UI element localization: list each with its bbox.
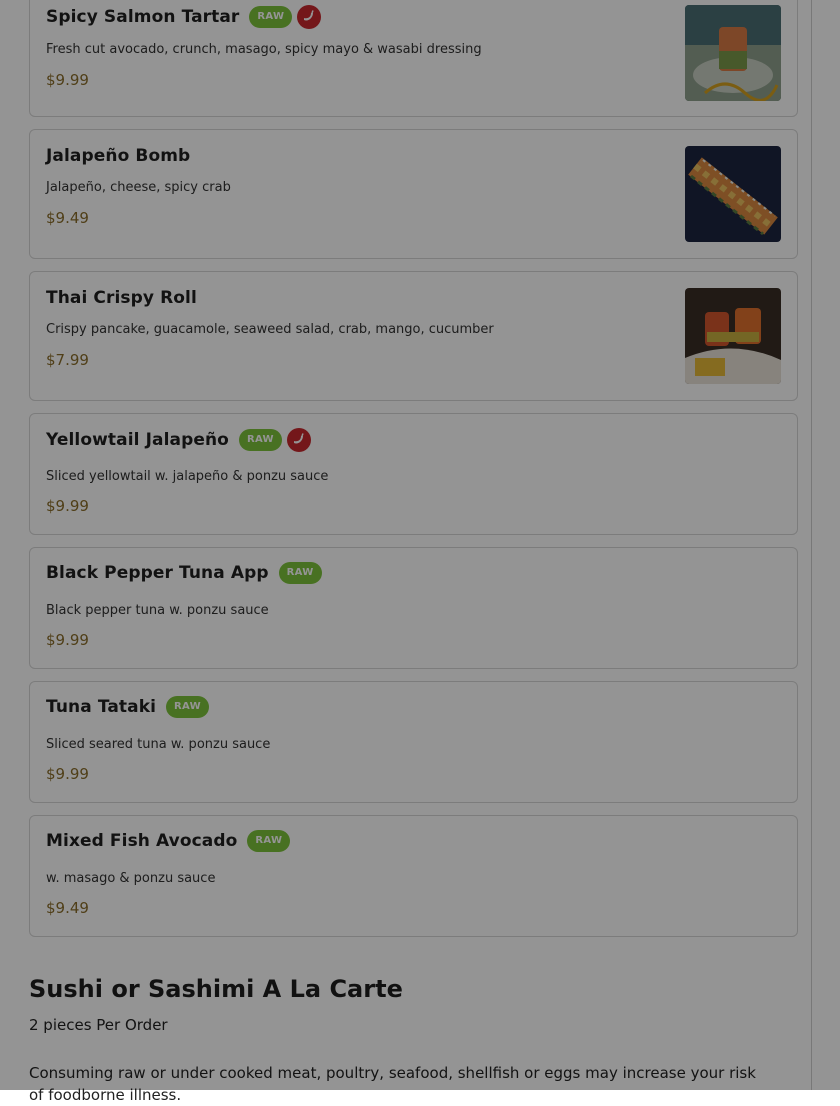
menu-item-description: Fresh cut avocado, crunch, masago, spicy…	[46, 42, 482, 57]
menu-item-description: Black pepper tuna w. ponzu sauce	[46, 603, 269, 618]
scrollbar-track[interactable]	[811, 0, 812, 1090]
menu-item-card[interactable]: Black Pepper Tuna App RAW Black pepper t…	[29, 547, 798, 669]
menu-item-card[interactable]: Jalapeño Bomb Jalapeño, cheese, spicy cr…	[29, 129, 798, 259]
menu-item-price: $9.99	[46, 497, 89, 515]
raw-badge: RAW	[166, 696, 209, 718]
menu-item-card[interactable]: Spicy Salmon Tartar RAW Fresh cut avocad…	[29, 0, 798, 117]
menu-item-name: Mixed Fish Avocado	[46, 831, 238, 851]
menu-item-description: w. masago & ponzu sauce	[46, 871, 216, 886]
menu-item-card[interactable]: Mixed Fish Avocado RAW w. masago & ponzu…	[29, 815, 798, 937]
menu-item-name: Tuna Tataki	[46, 697, 157, 717]
raw-badge: RAW	[247, 830, 291, 852]
menu-item-price: $9.49	[46, 899, 89, 917]
menu-item-price: $9.99	[46, 71, 89, 89]
menu-item-title-row: Spicy Salmon Tartar RAW	[46, 5, 322, 29]
section-subtitle: 2 pieces Per Order	[29, 1016, 168, 1034]
menu-item-price: $9.99	[46, 765, 89, 783]
menu-item-name: Spicy Salmon Tartar	[46, 7, 240, 27]
menu-item-title-row: Tuna Tataki RAW	[46, 696, 209, 718]
menu-item-title-row: Jalapeño Bomb	[46, 146, 190, 166]
menu-item-description: Crispy pancake, guacamole, seaweed salad…	[46, 322, 494, 337]
menu-item-card[interactable]: Thai Crispy Roll Crispy pancake, guacamo…	[29, 271, 798, 401]
menu-item-name: Black Pepper Tuna App	[46, 563, 269, 583]
menu-item-description: Sliced seared tuna w. ponzu sauce	[46, 737, 271, 752]
menu-item-name: Yellowtail Jalapeño	[46, 430, 229, 450]
raw-badge: RAW	[278, 562, 322, 584]
menu-item-title-row: Thai Crispy Roll	[46, 288, 197, 308]
menu-item-card[interactable]: Yellowtail Jalapeño RAW Sliced yellowtai…	[29, 413, 798, 535]
menu-item-price: $9.49	[46, 209, 89, 227]
menu-item-photo[interactable]	[685, 5, 781, 101]
menu-item-title-row: Yellowtail Jalapeño RAW	[46, 428, 311, 452]
raw-badge: RAW	[238, 429, 282, 451]
raw-food-disclaimer: Consuming raw or under cooked meat, poul…	[29, 1064, 756, 1104]
menu-item-price: $9.99	[46, 631, 89, 649]
menu-item-title-row: Mixed Fish Avocado RAW	[46, 830, 291, 852]
spicy-pepper-icon	[286, 428, 311, 452]
menu-item-photo[interactable]	[685, 288, 781, 384]
menu-item-title-row: Black Pepper Tuna App RAW	[46, 562, 322, 584]
menu-item-card[interactable]: Tuna Tataki RAW Sliced seared tuna w. po…	[29, 681, 798, 803]
menu-item-name: Thai Crispy Roll	[46, 288, 197, 308]
menu-item-photo[interactable]	[685, 146, 781, 242]
menu-item-price: $7.99	[46, 351, 89, 369]
menu-item-description: Jalapeño, cheese, spicy crab	[46, 180, 231, 195]
spicy-pepper-icon	[297, 5, 322, 29]
menu-item-name: Jalapeño Bomb	[46, 146, 191, 166]
raw-badge: RAW	[249, 6, 293, 28]
section-title: Sushi or Sashimi A La Carte	[29, 975, 403, 1003]
menu-item-description: Sliced yellowtail w. jalapeño & ponzu sa…	[46, 469, 329, 484]
